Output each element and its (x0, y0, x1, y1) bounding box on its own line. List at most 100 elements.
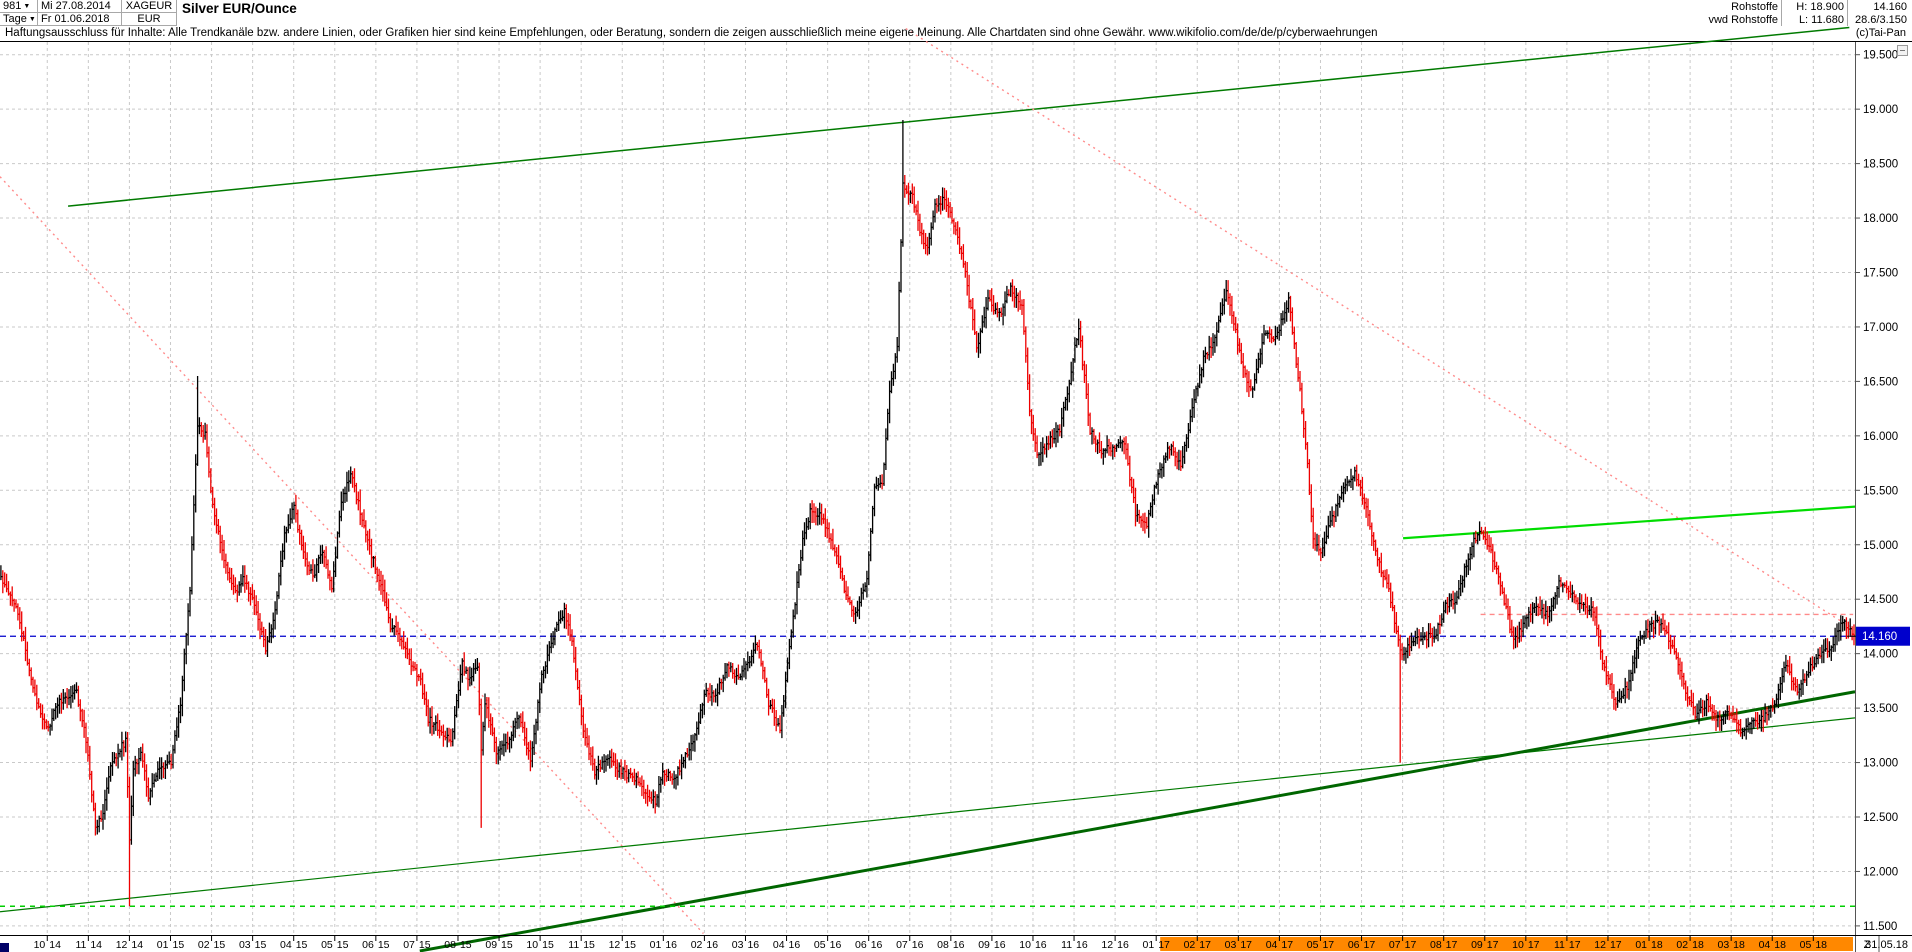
x-axis-label: 12 (1101, 939, 1113, 951)
x-axis-label: 08 (937, 939, 949, 951)
x-axis-label: 18 (1815, 939, 1827, 951)
x-axis-label: 05 (1800, 939, 1812, 951)
x-axis-label: 10 (1512, 939, 1524, 951)
x-axis-label: 06 (362, 939, 374, 951)
x-axis-label: 06 (855, 939, 867, 951)
x-axis-label: 03 (732, 939, 744, 951)
x-axis-label: 18 (1651, 939, 1663, 951)
x-axis-label: 11 (568, 939, 579, 951)
x-axis-label: 05 (321, 939, 333, 951)
period-value: Tage (3, 13, 27, 25)
y-axis-label: 19.500 (1863, 50, 1898, 62)
x-axis-label: 16 (830, 939, 842, 951)
x-axis-label: 16 (912, 939, 924, 951)
x-axis-label: 16 (1117, 939, 1129, 951)
x-axis-label: 04 (1759, 939, 1771, 951)
x-axis-label: 15 (172, 939, 184, 951)
period-low-value: L: 11.680 (1798, 14, 1844, 26)
x-axis-label: 12 (609, 939, 621, 951)
x-axis-label: 18 (1692, 939, 1704, 951)
copyright-label: (c)Tai-Pan (1855, 27, 1906, 39)
x-axis-label: 15 (337, 939, 349, 951)
symbol-cell[interactable]: XAGEUR (122, 0, 177, 13)
x-axis-label: 17 (1240, 939, 1252, 951)
chevron-down-icon: ▼ (23, 3, 31, 10)
x-axis-label: 05 (814, 939, 826, 951)
x-axis-label: 12 (1594, 939, 1606, 951)
x-axis-label: 11 (1061, 939, 1072, 951)
x-axis-label: 07 (896, 939, 908, 951)
x-axis-label: 06 (1348, 939, 1360, 951)
change-value: 28.6/3.150 (1855, 14, 1907, 26)
quote-source-label: vwd Rohstoffe (1708, 14, 1778, 26)
x-axis-label: 10 (526, 939, 538, 951)
divider (1781, 0, 1782, 26)
date-from-field[interactable]: Mi 27.08.2014 (38, 0, 122, 13)
date-to-field[interactable]: Fr 01.06.2018 (38, 13, 122, 26)
x-axis-label: 16 (789, 939, 801, 951)
x-axis-label: 15 (583, 939, 595, 951)
y-axis-label: 17.500 (1863, 268, 1898, 280)
x-axis-label: 16 (871, 939, 883, 951)
x-axis-label: 03 (239, 939, 251, 951)
price-chart-area[interactable]: 19.500 19.000 18.500 18.000 17.500 17.000 16.5… (0, 0, 1912, 952)
x-axis-label: 01 (650, 939, 662, 951)
y-axis-label: 19.000 (1863, 104, 1898, 116)
period-high-value: H: 18.900 (1796, 1, 1844, 13)
x-axis-label: 14 (49, 939, 61, 951)
x-axis-label: 17 (1364, 939, 1376, 951)
chart-title: Silver EUR/Ounce (182, 1, 297, 16)
x-axis-label: 17 (1610, 939, 1622, 951)
y-axis-label: 15.500 (1863, 485, 1898, 497)
x-axis-label: 01 (157, 939, 169, 951)
x-axis-label: 09 (485, 939, 497, 951)
collapse-panel-icon[interactable] (1897, 45, 1908, 56)
divider (1847, 0, 1848, 26)
x-axis-label: 01 (1143, 939, 1155, 951)
x-axis-label: 08 (444, 939, 456, 951)
timeline-highlight (1160, 937, 1853, 951)
x-axis-label: 15 (214, 939, 226, 951)
x-axis-label: 10 (1019, 939, 1031, 951)
x-axis-label: 15 (460, 939, 472, 951)
x-axis-label: 07 (403, 939, 415, 951)
x-axis-label: 16 (747, 939, 759, 951)
x-axis-label: 17 (1281, 939, 1293, 951)
x-axis-label: 02 (1676, 939, 1688, 951)
y-axis-label: 18.000 (1863, 213, 1898, 225)
y-axis-label: 12.500 (1863, 812, 1898, 824)
y-axis-label: 16.500 (1863, 376, 1898, 388)
x-axis-label: 18 (1774, 939, 1786, 951)
bar-count-dropdown[interactable]: 981 ▼ (0, 0, 38, 13)
x-axis-label: 14 (131, 939, 143, 951)
y-axis-label: 15.000 (1863, 540, 1898, 552)
chevron-down-icon: ▼ (28, 16, 36, 23)
disclaimer-text: Haftungsausschluss für Inhalte: Alle Tre… (5, 27, 1378, 39)
x-axis-label: 15 (419, 939, 431, 951)
y-axis-label: 14.500 (1863, 594, 1898, 606)
x-axis-label: 15 (378, 939, 390, 951)
x-axis-label: 16 (1076, 939, 1088, 951)
x-axis-label: 15 (542, 939, 554, 951)
period-dropdown[interactable]: Tage ▼ (0, 13, 38, 26)
y-axis-label: 13.500 (1863, 703, 1898, 715)
x-axis-label: 05 (1307, 939, 1319, 951)
currency-cell: EUR (122, 13, 177, 26)
tai-pan-window: 19.500 19.000 18.500 18.000 17.500 17.000 16.5… (0, 0, 1912, 952)
instrument-group-label: Rohstoffe (1731, 1, 1778, 13)
x-axis-label: 04 (773, 939, 785, 951)
y-axis-label: 11.500 (1863, 921, 1897, 933)
bar-count-value: 981 (3, 0, 22, 12)
x-axis-label: 17 (1446, 939, 1458, 951)
x-axis-label: 17 (1158, 939, 1170, 951)
x-axis-label: 04 (1266, 939, 1278, 951)
x-axis-label: 16 (665, 939, 677, 951)
y-axis-label: 14.000 (1863, 649, 1898, 661)
x-axis-label: 17 (1528, 939, 1540, 951)
end-date-label: 31.05.18 (1865, 939, 1908, 951)
x-axis-label: 17 (1322, 939, 1334, 951)
x-axis-label: 16 (706, 939, 718, 951)
x-axis-label: 09 (978, 939, 990, 951)
x-axis-label: 15 (624, 939, 636, 951)
last-price-value: 14.160 (1873, 1, 1907, 13)
